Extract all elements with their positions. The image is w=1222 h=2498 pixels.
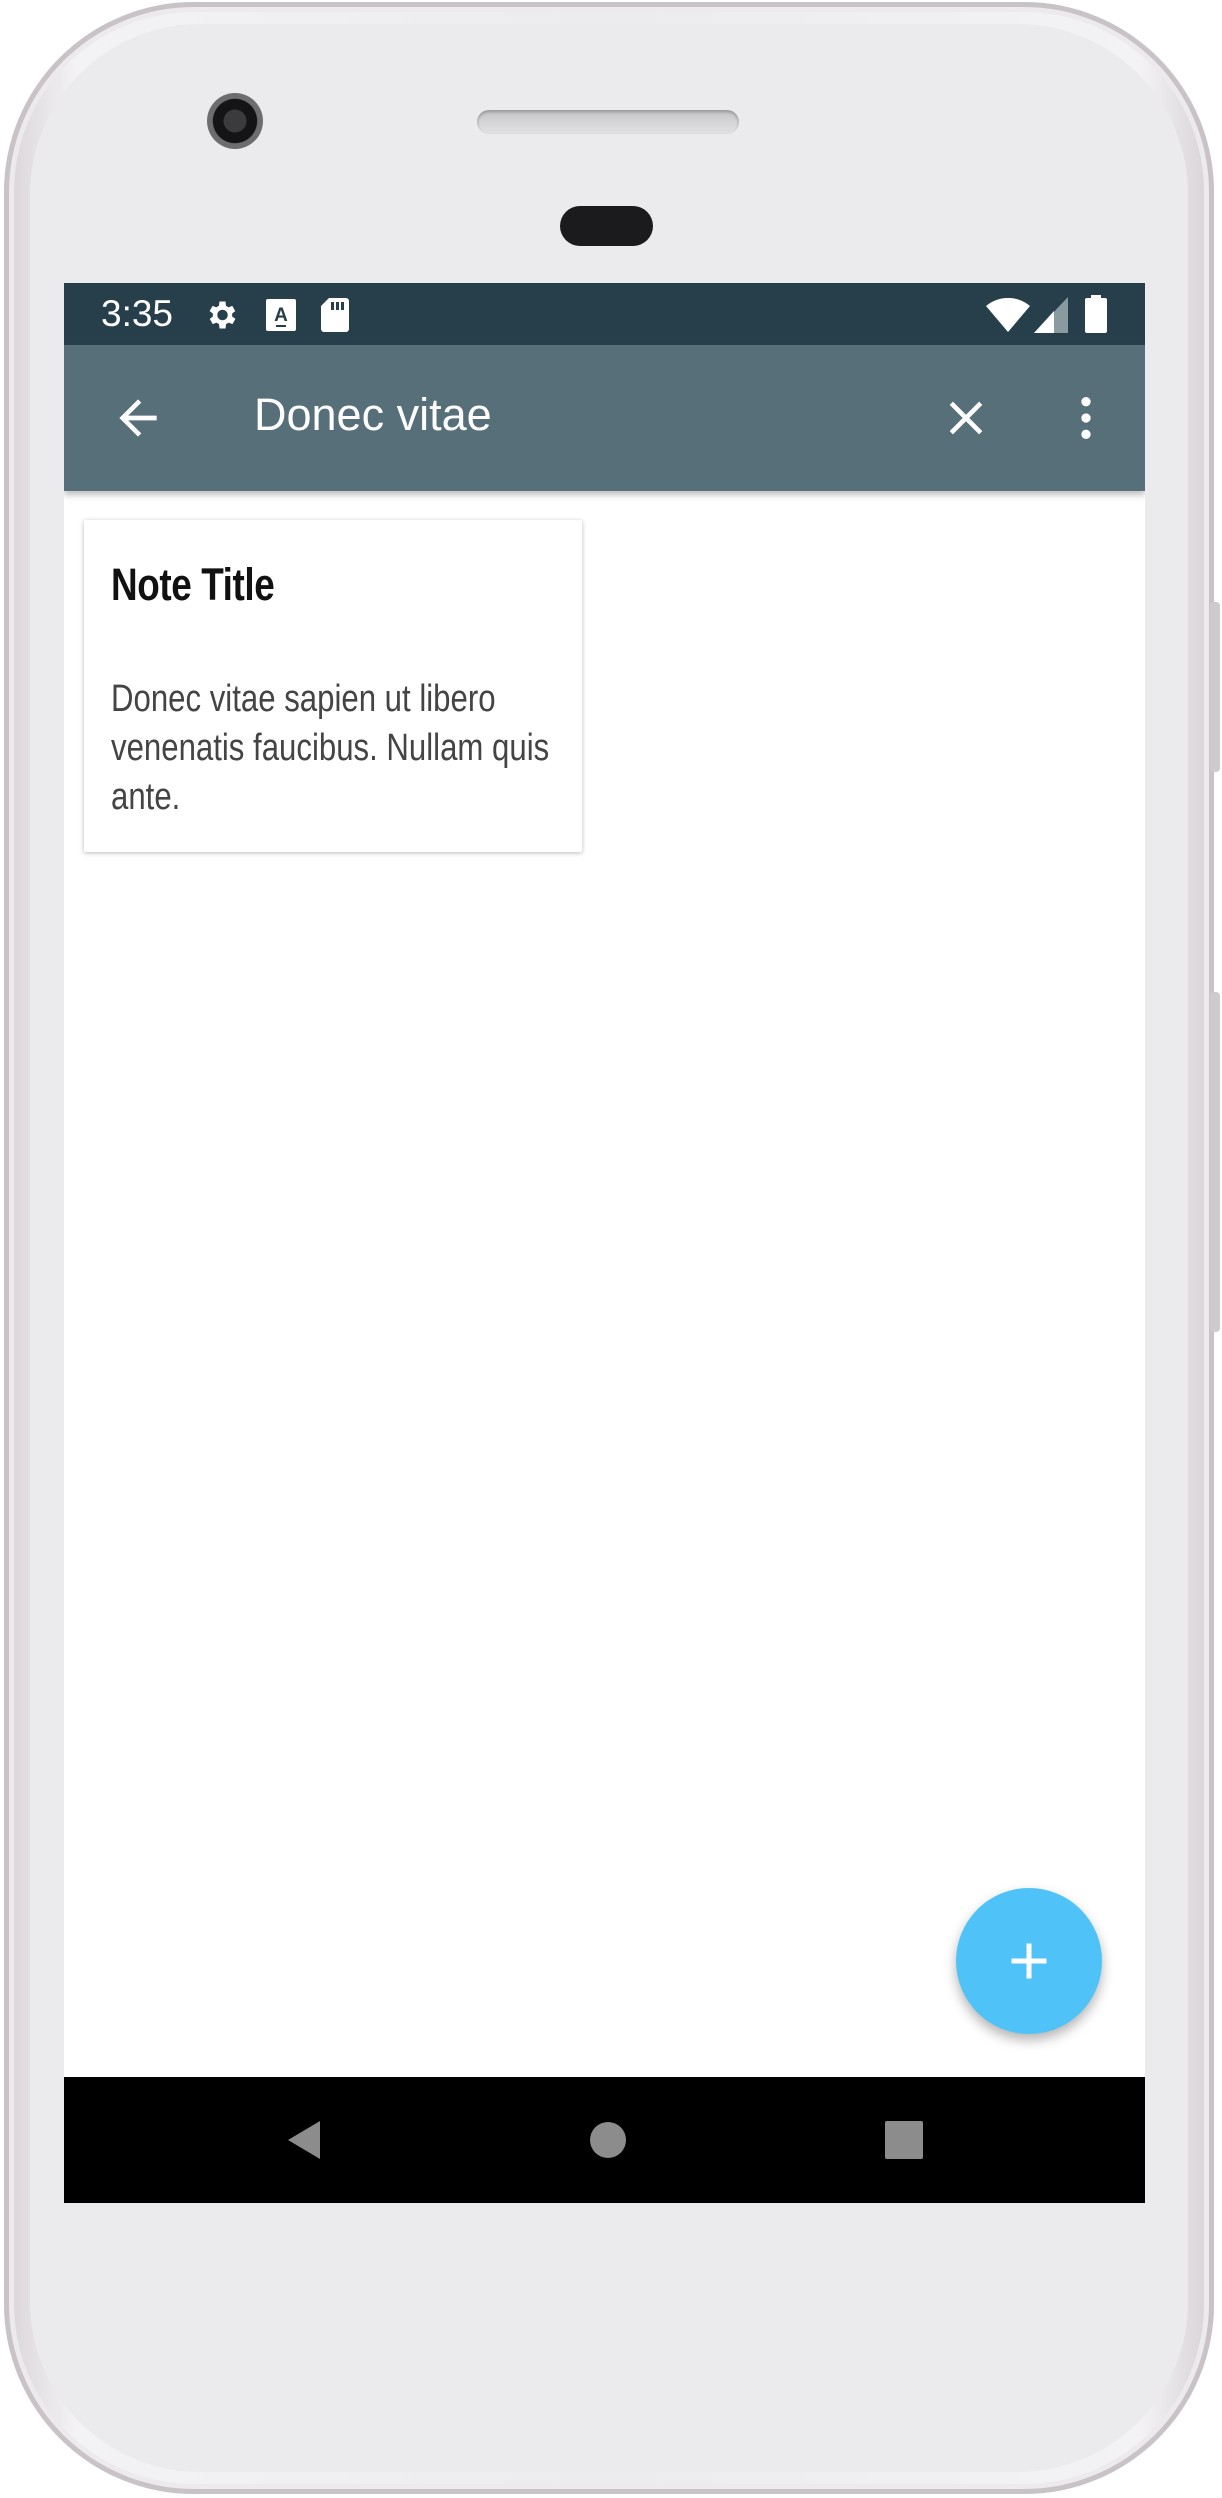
font-icon: A xyxy=(266,299,296,331)
nav-back-icon[interactable] xyxy=(282,2117,328,2163)
status-time: 3:35 xyxy=(101,293,174,334)
search-query-input[interactable]: Donec vitae xyxy=(254,389,492,441)
power-button xyxy=(1210,992,1220,1332)
svg-text:A: A xyxy=(274,305,288,326)
sd-card-icon xyxy=(321,298,349,332)
add-note-button[interactable] xyxy=(956,1888,1102,2034)
nav-recents-icon[interactable] xyxy=(881,2117,927,2163)
proximity-sensor xyxy=(560,206,653,246)
add-icon xyxy=(1011,1943,1047,1979)
note-title: Note Title xyxy=(111,559,275,610)
search-toolbar: Donec vitae xyxy=(64,345,1145,491)
earpiece-speaker xyxy=(477,110,739,134)
battery-icon xyxy=(1085,295,1107,333)
more-vert-icon[interactable] xyxy=(1058,390,1114,446)
system-navigation-bar xyxy=(64,2077,1145,2203)
settings-icon xyxy=(209,301,236,329)
front-camera xyxy=(207,93,263,149)
wifi-icon xyxy=(986,298,1030,332)
status-bar: 3:35 A xyxy=(64,283,1145,345)
volume-button xyxy=(1210,602,1220,772)
note-body: Donec vitae sapien ut libero venenatis f… xyxy=(111,678,550,818)
arrow-back-icon[interactable] xyxy=(110,390,166,446)
close-icon[interactable] xyxy=(938,390,994,446)
nav-home-icon[interactable] xyxy=(585,2117,631,2163)
device-screen: 3:35 A Donec vitae Note Title Donec vita… xyxy=(64,283,1145,2203)
cell-signal-icon xyxy=(1034,297,1068,333)
note-card[interactable]: Note Title Donec vitae sapien ut libero … xyxy=(84,520,582,852)
